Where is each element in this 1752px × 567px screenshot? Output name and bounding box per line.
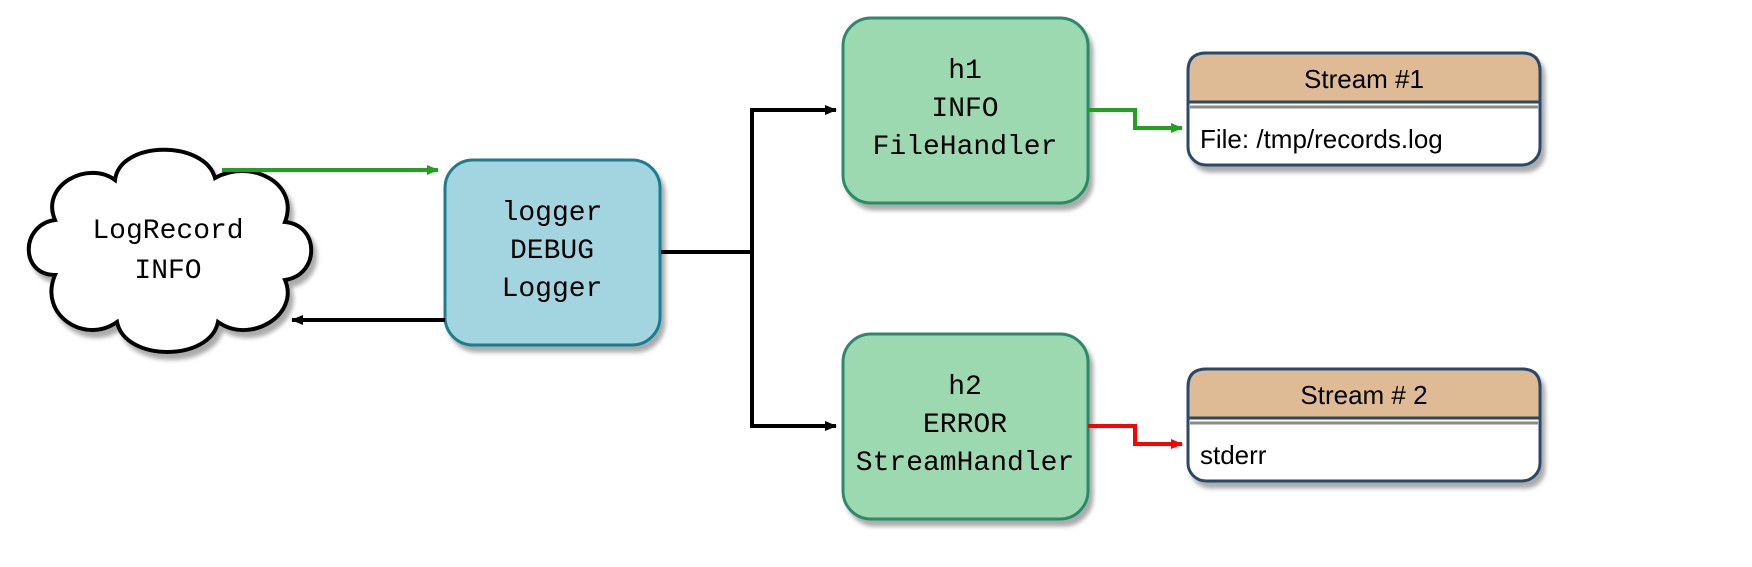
logger-line1: logger	[502, 198, 603, 229]
handler-1-line1: h2	[948, 372, 982, 403]
logger-line2: DEBUG	[510, 236, 594, 267]
stream-1-body: stderr	[1200, 440, 1267, 470]
stream-0-body: File: /tmp/records.log	[1200, 124, 1443, 154]
logrecord-line2: INFO	[134, 256, 201, 287]
arrow-h2-to-stream2	[1088, 426, 1182, 444]
handler-1-line2: ERROR	[923, 410, 1007, 441]
stream-1-node: Stream #1 File: /tmp/records.log	[1188, 53, 1540, 165]
stream-0-title: Stream #1	[1304, 64, 1424, 94]
handler-1-line3: StreamHandler	[856, 448, 1074, 479]
arrow-h1-to-stream1	[1088, 110, 1182, 128]
handler-h1-node: h1 INFO FileHandler	[843, 18, 1088, 203]
arrow-logger-to-h1	[661, 110, 836, 252]
handler-0-line3: FileHandler	[873, 132, 1058, 163]
arrow-logger-to-h2	[661, 252, 836, 426]
logger-line3: Logger	[502, 274, 603, 305]
handler-h2-node: h2 ERROR StreamHandler	[843, 334, 1088, 519]
logrecord-cloud	[29, 150, 312, 352]
stream-2-node: Stream # 2 stderr	[1188, 369, 1540, 481]
handler-0-line1: h1	[948, 56, 982, 87]
logrecord-line1: LogRecord	[92, 216, 243, 247]
handler-0-line2: INFO	[931, 94, 998, 125]
stream-1-title: Stream # 2	[1300, 380, 1427, 410]
logger-node: logger DEBUG Logger	[445, 160, 660, 345]
